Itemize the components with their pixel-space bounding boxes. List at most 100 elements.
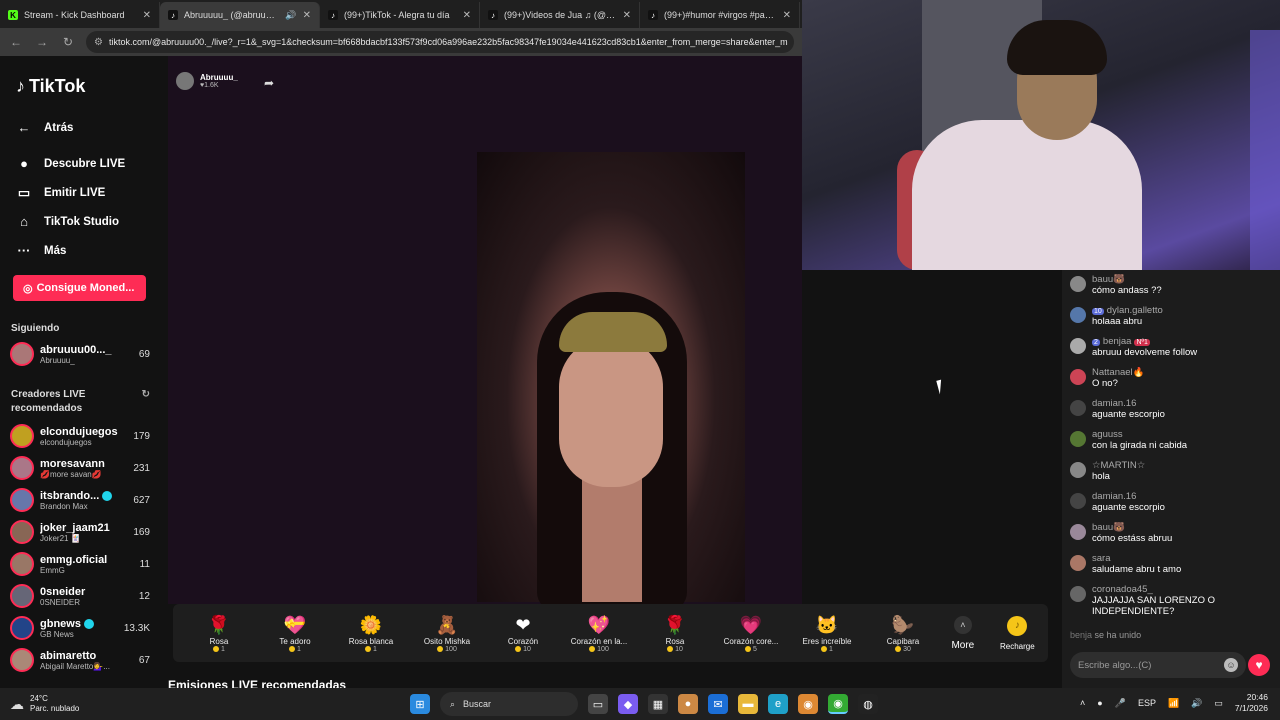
chat-message[interactable]: aguuss con la girada ni cabida xyxy=(1062,427,1280,458)
gift-label: Capibara xyxy=(886,637,920,646)
creator-item[interactable]: abimaretto Abigail Maretto💁‍♀️... 67 xyxy=(10,644,150,676)
chat-user: sara xyxy=(1092,553,1181,564)
tab-favicon-icon: ♪ xyxy=(168,10,178,20)
creator-item[interactable]: itsbrando... Brandon Max 627 xyxy=(10,484,150,516)
browser-tab[interactable]: ♪ (99+)Videos de Jua ♫ (@j.u.a.n ✕ xyxy=(480,2,640,28)
wifi-icon[interactable]: 📶 xyxy=(1168,698,1179,709)
host-info[interactable]: Abruuuu_ ♥1.6K xyxy=(176,72,238,90)
gift-item[interactable]: 🌹 Rosa 10 xyxy=(637,613,713,653)
gift-item[interactable]: 💗 Corazón core... 5 xyxy=(713,613,789,653)
gift-item[interactable]: 🌹 Rosa 1 xyxy=(181,613,257,653)
forward-icon[interactable]: → xyxy=(34,35,50,49)
chat-message[interactable]: ☆MARTIN☆ hola xyxy=(1062,458,1280,489)
clock[interactable]: 20:46 7/1/2026 xyxy=(1235,692,1268,714)
close-tab-icon[interactable]: ✕ xyxy=(143,10,151,21)
edge-icon[interactable]: e xyxy=(768,694,788,714)
close-tab-icon[interactable]: ✕ xyxy=(623,10,631,21)
sidebar-nav-item[interactable]: ⌂ TikTok Studio xyxy=(10,207,150,236)
volume-icon[interactable]: 🔊 xyxy=(1191,698,1202,709)
coin-icon xyxy=(515,646,522,653)
close-tab-icon[interactable]: ✕ xyxy=(303,10,311,21)
chat-body: sara saludame abru t amo xyxy=(1092,553,1181,580)
sidebar-nav-item[interactable]: ··· Más xyxy=(10,236,150,265)
creator-name-text: abimaretto xyxy=(40,649,97,662)
chat-body: 10 dylan.galletto holaaa abru xyxy=(1092,305,1163,332)
creator-info: abimaretto Abigail Maretto💁‍♀️... xyxy=(40,650,133,671)
chrome-icon[interactable]: ◉ xyxy=(798,694,818,714)
language-indicator[interactable]: ESP xyxy=(1138,698,1156,708)
gift-item[interactable]: 💝 Te adoro 1 xyxy=(257,613,333,653)
chat-body: bauu🐻 cómo andass ?? xyxy=(1092,274,1162,301)
sidebar-nav-item[interactable]: ← Atrás xyxy=(10,113,150,142)
task-view-icon[interactable]: ▭ xyxy=(588,694,608,714)
creator-item[interactable]: elcondujuegos elcondujuegos 179 xyxy=(10,420,150,452)
live-video[interactable] xyxy=(477,152,745,612)
close-tab-icon[interactable]: ✕ xyxy=(783,10,791,21)
gift-item[interactable]: 💖 Corazón en la... 100 xyxy=(561,613,637,653)
weather-condition: Parc. nublado xyxy=(30,704,80,713)
close-tab-icon[interactable]: ✕ xyxy=(463,10,471,21)
address-bar: ← → ↻ ⚙ tiktok.com/@abruuuu00._/live?_r=… xyxy=(0,28,802,56)
url-input[interactable]: ⚙ tiktok.com/@abruuuu00._/live?_r=1&_svg… xyxy=(86,31,794,53)
creator-item[interactable]: emmg.oficial EmmG 11 xyxy=(10,548,150,580)
browser-tab[interactable]: K Stream - Kick Dashboard ✕ xyxy=(0,2,160,28)
chat-message[interactable]: coronadoa45_ JAJJAJJA SAN LORENZO O INDEP… xyxy=(1062,582,1280,628)
gift-item[interactable]: 🦫 Capibara 30 xyxy=(865,613,941,653)
battery-icon[interactable]: ▭ xyxy=(1214,698,1223,709)
mail-icon[interactable]: ✉ xyxy=(708,694,728,714)
microphone-icon[interactable]: 🎤 xyxy=(1115,698,1126,709)
browser-tab[interactable]: ♪ Abruuuuu_ (@abruuuu00... 🔊 ✕ xyxy=(160,2,320,28)
gift-item[interactable]: 🐱 Eres increíble 1 xyxy=(789,613,865,653)
chat-input[interactable]: Escribe algo...(C) ☺ xyxy=(1070,652,1246,678)
creator-item[interactable]: moresavann 💋more savan💋 231 xyxy=(10,452,150,484)
site-info-icon[interactable]: ⚙ xyxy=(94,37,103,48)
chat-message[interactable]: bauu🐻 cómo estáss abruu xyxy=(1062,520,1280,551)
store-icon[interactable]: ▦ xyxy=(648,694,668,714)
tray-app-icon[interactable]: ● xyxy=(1097,698,1102,708)
viewer-count: 12 xyxy=(138,590,150,602)
more-gifts-button[interactable]: ˄ More xyxy=(941,615,985,651)
gift-item[interactable]: 🧸 Osito Mishka 100 xyxy=(409,613,485,653)
creator-item[interactable]: joker_jaam21 Joker21 🃏 169 xyxy=(10,516,150,548)
sidebar-nav-item[interactable]: ● Descubre LIVE xyxy=(10,149,150,178)
gift-item[interactable]: 🌼 Rosa blanca 1 xyxy=(333,613,409,653)
speaker-icon[interactable]: 🔊 xyxy=(285,10,296,21)
chat-message[interactable]: bauu🐻 cómo andass ?? xyxy=(1062,272,1280,303)
gift-item[interactable]: ❤ Corazón 10 xyxy=(485,613,561,653)
chat-user: bauu🐻 xyxy=(1092,522,1172,533)
obs-icon[interactable]: ◍ xyxy=(858,694,878,714)
browser-tab[interactable]: ♪ (99+)#humor #virgos #paratiiii ✕ xyxy=(640,2,800,28)
back-icon[interactable]: ← xyxy=(8,35,24,49)
chat-message[interactable]: 2 benjaa Nº1 abruuu devolveme follow xyxy=(1062,334,1280,365)
gift-price-value: 1 xyxy=(297,646,301,653)
chrome-active-icon[interactable]: ◉ xyxy=(828,694,848,714)
recharge-button[interactable]: ♪ Recharge xyxy=(995,615,1040,651)
gift-price-value: 10 xyxy=(523,646,531,653)
copilot-icon[interactable]: ◆ xyxy=(618,694,638,714)
creator-item[interactable]: 0sneider 0SNEIDER 12 xyxy=(10,580,150,612)
taskbar-search[interactable]: ⌕ Buscar xyxy=(440,692,578,716)
app-icon[interactable]: ● xyxy=(678,694,698,714)
browser-tab[interactable]: ♪ (99+)TikTok - Alegra tu día ✕ xyxy=(320,2,480,28)
like-heart-button[interactable]: ♥ xyxy=(1248,654,1270,676)
windows-start-icon[interactable]: ⊞ xyxy=(410,694,430,714)
weather-widget[interactable]: ☁ 24°C Parc. nublado xyxy=(10,694,79,714)
creator-item[interactable]: gbnews GB News 13.3K xyxy=(10,612,150,644)
creator-item[interactable]: abruuuu00..._ Abruuuu_ 69 xyxy=(10,338,150,370)
emoji-icon[interactable]: ☺ xyxy=(1224,658,1238,672)
chat-message[interactable]: 10 dylan.galletto holaaa abru xyxy=(1062,303,1280,334)
refresh-icon[interactable]: ↻ xyxy=(142,388,150,416)
chevron-up-icon[interactable]: ˄ xyxy=(1080,698,1085,708)
chat-message[interactable]: damian.16 aguante escorpio xyxy=(1062,489,1280,520)
share-icon[interactable]: ➦ xyxy=(264,76,274,90)
chat-message[interactable]: damian.16 aguante escorpio xyxy=(1062,396,1280,427)
tiktok-logo[interactable]: ♪ TikTok xyxy=(16,76,150,97)
creator-name-text: emmg.oficial xyxy=(40,553,108,566)
get-coins-button[interactable]: ◎ Consigue Moned... xyxy=(13,275,146,301)
chat-message[interactable]: sara saludame abru t amo xyxy=(1062,551,1280,582)
chat-message[interactable]: Nattanael🔥 O no? xyxy=(1062,365,1280,396)
file-explorer-icon[interactable]: ▬ xyxy=(738,694,758,714)
creator-name: gbnews xyxy=(40,618,118,630)
reload-icon[interactable]: ↻ xyxy=(60,35,76,49)
sidebar-nav-item[interactable]: ▭ Emitir LIVE xyxy=(10,178,150,207)
